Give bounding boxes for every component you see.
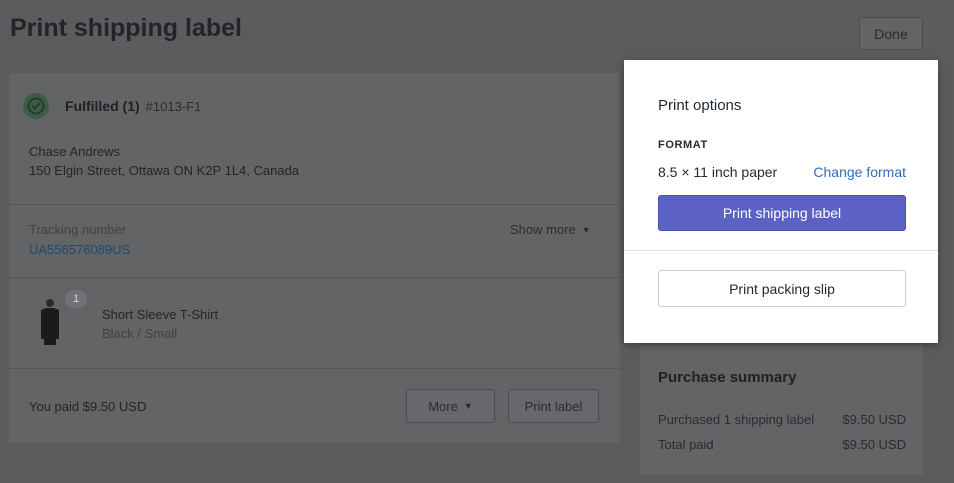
caret-down-icon: ▼ bbox=[463, 401, 473, 411]
show-more-label: Show more bbox=[510, 222, 576, 237]
done-button[interactable]: Done bbox=[859, 17, 923, 50]
amount-paid: You paid $9.50 USD bbox=[29, 399, 147, 414]
purchase-summary-card: Purchase summary Purchased 1 shipping la… bbox=[640, 345, 923, 475]
purchase-summary-title: Purchase summary bbox=[658, 369, 797, 386]
summary-row-label: Total paid bbox=[658, 437, 714, 452]
section-divider bbox=[9, 204, 620, 205]
product-variant: Black / Small bbox=[102, 326, 178, 341]
summary-row-value: $9.50 USD bbox=[842, 412, 906, 427]
caret-down-icon: ▼ bbox=[581, 224, 591, 235]
summary-row: Purchased 1 shipping label $9.50 USD bbox=[658, 412, 906, 427]
more-button-label: More bbox=[428, 398, 458, 414]
page-title: Print shipping label bbox=[10, 14, 242, 42]
print-packing-slip-button[interactable]: Print packing slip bbox=[658, 270, 906, 307]
format-label: FORMAT bbox=[658, 139, 708, 151]
quantity-badge: 1 bbox=[65, 290, 87, 308]
product-name: Short Sleeve T-Shirt bbox=[102, 307, 219, 322]
summary-row: Total paid $9.50 USD bbox=[658, 437, 906, 452]
print-label-button[interactable]: Print label bbox=[508, 389, 599, 423]
print-shipping-label-button[interactable]: Print shipping label bbox=[658, 195, 906, 231]
order-number: #1013-F1 bbox=[145, 98, 202, 114]
fulfillment-status: Fulfilled (1) bbox=[65, 98, 140, 114]
tracking-label: Tracking number bbox=[29, 222, 127, 237]
section-divider bbox=[9, 277, 620, 278]
fulfillment-header: Fulfilled (1) #1013-F1 bbox=[23, 93, 201, 119]
fulfillment-card: Fulfilled (1) #1013-F1 Chase Andrews 150… bbox=[9, 73, 620, 443]
format-value: 8.5 × 11 inch paper bbox=[658, 164, 778, 180]
show-more-button[interactable]: Show more ▼ bbox=[510, 222, 591, 237]
summary-row-label: Purchased 1 shipping label bbox=[658, 412, 815, 427]
more-button[interactable]: More ▼ bbox=[406, 389, 495, 423]
summary-row-value: $9.50 USD bbox=[842, 437, 906, 452]
print-options-popover: Print options FORMAT 8.5 × 11 inch paper… bbox=[624, 60, 938, 343]
change-format-link[interactable]: Change format bbox=[813, 164, 906, 180]
check-circle-icon bbox=[23, 93, 49, 119]
print-options-title: Print options bbox=[658, 97, 742, 114]
tracking-number-link[interactable]: UA556576089US bbox=[29, 242, 130, 257]
section-divider bbox=[9, 368, 620, 369]
customer-name: Chase Andrews bbox=[29, 144, 121, 159]
tshirt-thumbnail bbox=[41, 299, 59, 345]
popover-divider bbox=[624, 250, 938, 251]
customer-address: 150 Elgin Street, Ottawa ON K2P 1L4, Can… bbox=[29, 163, 300, 178]
